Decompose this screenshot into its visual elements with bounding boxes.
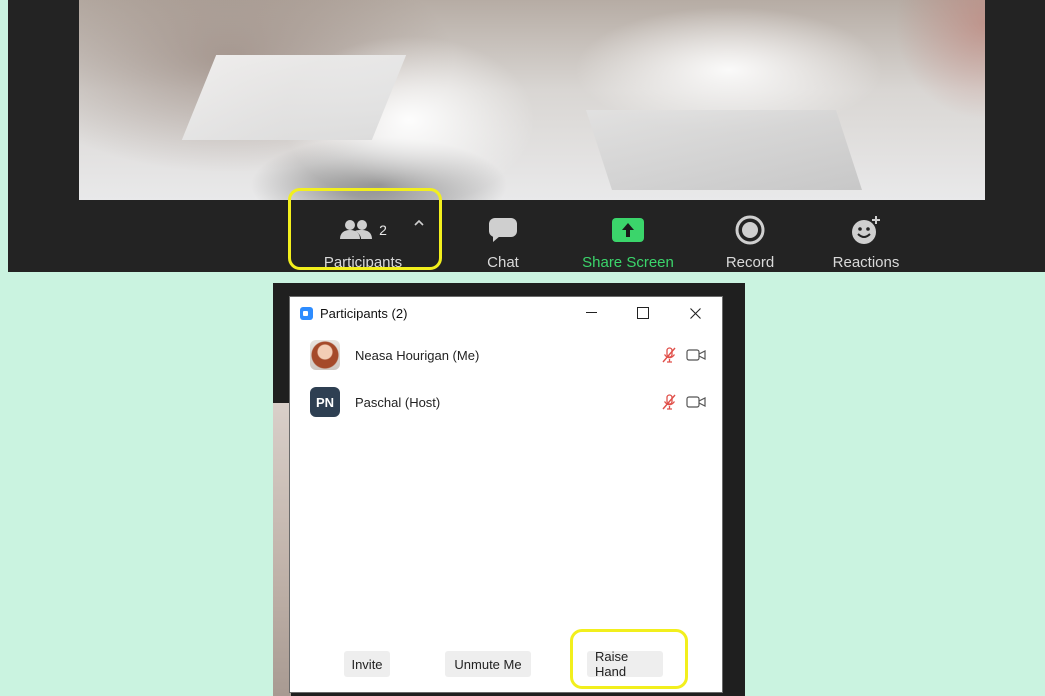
- highlight-raise-hand: [570, 629, 688, 689]
- chat-icon-wrap: [488, 210, 518, 250]
- minimize-icon: [585, 312, 597, 313]
- video-content: [181, 55, 407, 140]
- participant-row[interactable]: PN Paschal (Host): [290, 385, 722, 421]
- muted-mic-icon: [662, 347, 676, 363]
- participant-name: Neasa Hourigan (Me): [355, 348, 480, 363]
- close-icon: [689, 307, 701, 319]
- share-screen-button[interactable]: Share Screen: [576, 200, 680, 272]
- camera-off-icon: [686, 349, 706, 361]
- close-button[interactable]: [680, 301, 710, 325]
- record-icon: [735, 215, 765, 245]
- record-icon-wrap: [735, 210, 765, 250]
- video-content: [895, 0, 985, 120]
- avatar: [310, 340, 340, 370]
- reactions-label: Reactions: [832, 254, 900, 271]
- maximize-button[interactable]: [628, 301, 658, 325]
- unmute-me-button[interactable]: Unmute Me: [445, 651, 531, 677]
- record-label: Record: [725, 254, 775, 271]
- muted-mic-icon: [662, 394, 676, 410]
- share-icon-wrap: [612, 210, 644, 250]
- participant-name: Paschal (Host): [355, 395, 441, 410]
- reactions-icon-wrap: [850, 210, 882, 250]
- participant-row[interactable]: Neasa Hourigan (Me): [290, 338, 722, 374]
- highlight-participants: [288, 188, 442, 270]
- share-screen-label: Share Screen: [582, 254, 674, 271]
- chat-button[interactable]: Chat: [476, 200, 530, 272]
- maximize-icon: [637, 307, 649, 319]
- meeting-toolbar: 2 Participants Chat Share Screen Record …: [8, 200, 1045, 272]
- share-screen-icon: [612, 218, 644, 242]
- camera-off-icon: [686, 396, 706, 408]
- minimize-button[interactable]: [576, 301, 606, 325]
- reactions-icon: [852, 216, 880, 244]
- record-button[interactable]: Record: [720, 200, 780, 272]
- window-title: Participants (2): [320, 306, 408, 321]
- meeting-window: 2 Participants Chat Share Screen Record …: [8, 0, 1045, 272]
- chat-label: Chat: [487, 254, 519, 271]
- avatar: PN: [310, 387, 340, 417]
- chat-icon: [489, 218, 517, 242]
- video-content: [586, 110, 862, 190]
- zoom-app-icon: [300, 307, 313, 320]
- video-feed: [79, 0, 985, 200]
- invite-button[interactable]: Invite: [344, 651, 390, 677]
- reactions-button[interactable]: Reactions: [826, 200, 906, 272]
- participants-titlebar[interactable]: Participants (2): [290, 297, 722, 329]
